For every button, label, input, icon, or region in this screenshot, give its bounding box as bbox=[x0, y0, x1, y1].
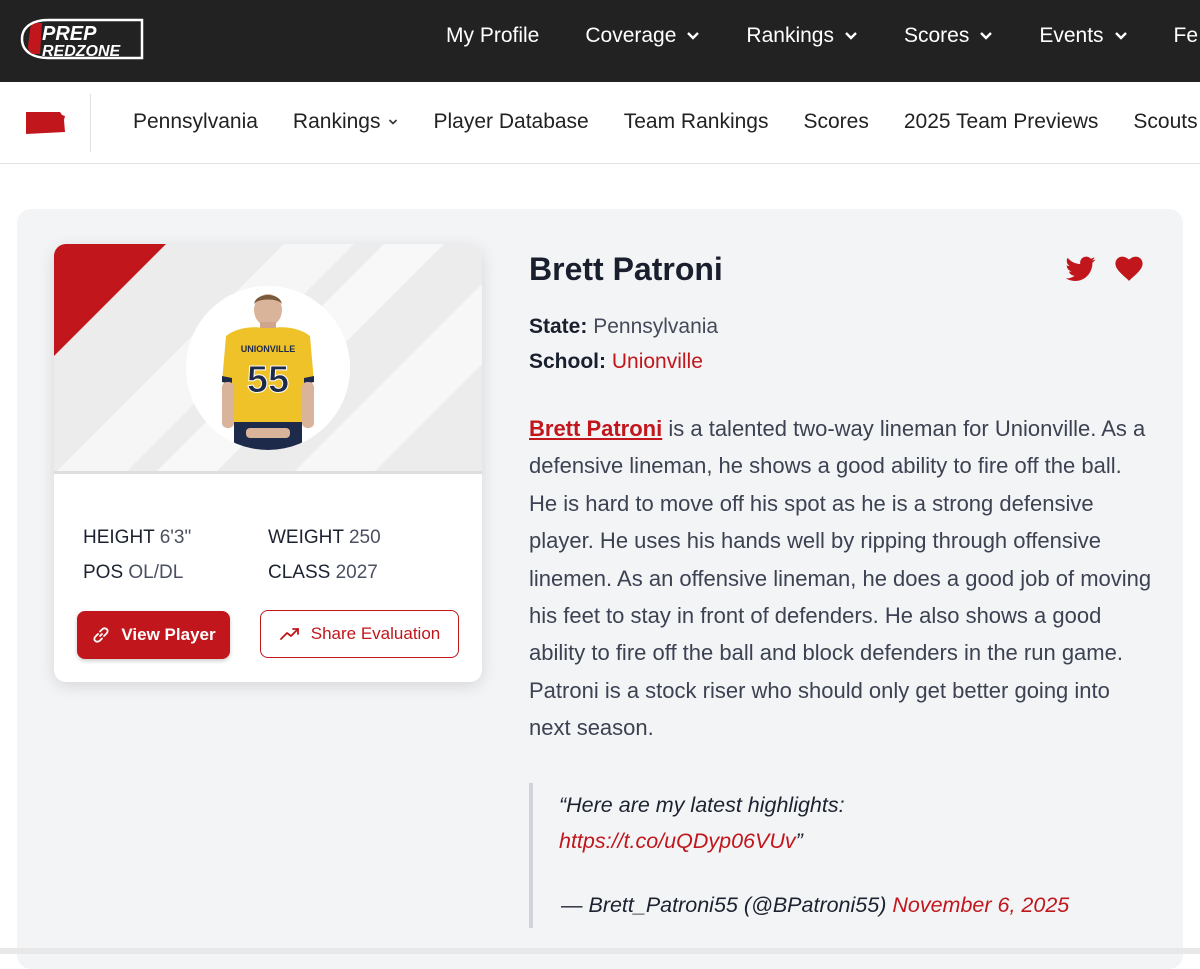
subnav-team-previews[interactable]: 2025 Team Previews bbox=[904, 110, 1099, 134]
heart-icon[interactable] bbox=[1114, 256, 1144, 282]
tweet-date-link[interactable]: November 6, 2025 bbox=[892, 893, 1069, 917]
state-navigation-bar: Pennsylvania Rankings Player Database Te… bbox=[0, 82, 1200, 164]
svg-text:55: 55 bbox=[247, 359, 289, 401]
player-name-link[interactable]: Brett Patroni bbox=[529, 416, 662, 441]
action-icons bbox=[1066, 256, 1144, 282]
highlights-link[interactable]: https://t.co/uQDyp06VUv bbox=[559, 829, 796, 853]
position-stat: POS OL/DL bbox=[83, 562, 184, 583]
main-menu: My Profile Coverage Rankings Scores Even… bbox=[446, 24, 1200, 48]
divider bbox=[90, 94, 91, 152]
twitter-icon[interactable] bbox=[1066, 256, 1096, 282]
link-icon bbox=[93, 627, 109, 643]
subnav-rankings[interactable]: Rankings bbox=[293, 110, 399, 134]
nav-my-profile[interactable]: My Profile bbox=[446, 24, 539, 48]
quote-text: “Here are my latest highlights: https://t… bbox=[559, 793, 845, 853]
svg-text:PREP: PREP bbox=[42, 23, 97, 45]
chevron-down-icon bbox=[1114, 32, 1127, 40]
subnav-scouts[interactable]: Scouts bbox=[1133, 110, 1197, 134]
subnav-scores[interactable]: Scores bbox=[803, 110, 868, 134]
height-stat: HEIGHT 6'3" bbox=[83, 527, 192, 548]
tweet-quote: “Here are my latest highlights: https://t… bbox=[529, 783, 1154, 928]
state-menu: Pennsylvania Rankings Player Database Te… bbox=[133, 110, 1200, 134]
page-bottom-edge bbox=[0, 948, 1200, 954]
chevron-down-icon bbox=[687, 32, 700, 40]
player-photo: UNIONVILLE 55 bbox=[186, 286, 350, 450]
svg-text:UNIONVILLE: UNIONVILLE bbox=[241, 344, 296, 354]
nav-coverage[interactable]: Coverage bbox=[585, 24, 700, 48]
view-player-button[interactable]: View Player bbox=[77, 611, 230, 659]
player-name: Brett Patroni bbox=[529, 251, 723, 287]
svg-text:REDZONE: REDZONE bbox=[42, 43, 122, 60]
subnav-player-database[interactable]: Player Database bbox=[433, 110, 588, 134]
nav-scores[interactable]: Scores bbox=[904, 24, 993, 48]
top-navigation-bar: PREP REDZONE My Profile Coverage Ranking… bbox=[0, 0, 1200, 82]
nav-truncated-item[interactable]: Fe bbox=[1174, 24, 1199, 48]
school-line: School: Unionville bbox=[529, 350, 703, 373]
card-hero-banner: UNIONVILLE 55 bbox=[54, 244, 482, 474]
nav-rankings[interactable]: Rankings bbox=[746, 24, 858, 48]
class-stat: CLASS 2027 bbox=[268, 562, 378, 583]
state-line: State: Pennsylvania bbox=[529, 315, 719, 338]
quote-attribution: — Brett_Patroni55 (@BPatroni55) November… bbox=[561, 893, 1070, 917]
pennsylvania-flag-icon[interactable] bbox=[24, 110, 66, 136]
chevron-down-icon bbox=[389, 119, 398, 125]
evaluation-text: Brett Patroni is a talented two-way line… bbox=[529, 416, 1152, 741]
share-evaluation-button[interactable]: Share Evaluation bbox=[260, 610, 459, 658]
subnav-team-rankings[interactable]: Team Rankings bbox=[624, 110, 769, 134]
weight-stat: WEIGHT 250 bbox=[268, 527, 381, 548]
prep-redzone-logo[interactable]: PREP REDZONE bbox=[18, 16, 148, 62]
subnav-pennsylvania[interactable]: Pennsylvania bbox=[133, 110, 258, 134]
school-link[interactable]: Unionville bbox=[612, 350, 703, 373]
chevron-down-icon bbox=[845, 32, 857, 40]
nav-events[interactable]: Events bbox=[1039, 24, 1127, 48]
chevron-down-icon bbox=[980, 32, 993, 40]
trend-icon bbox=[279, 628, 299, 640]
